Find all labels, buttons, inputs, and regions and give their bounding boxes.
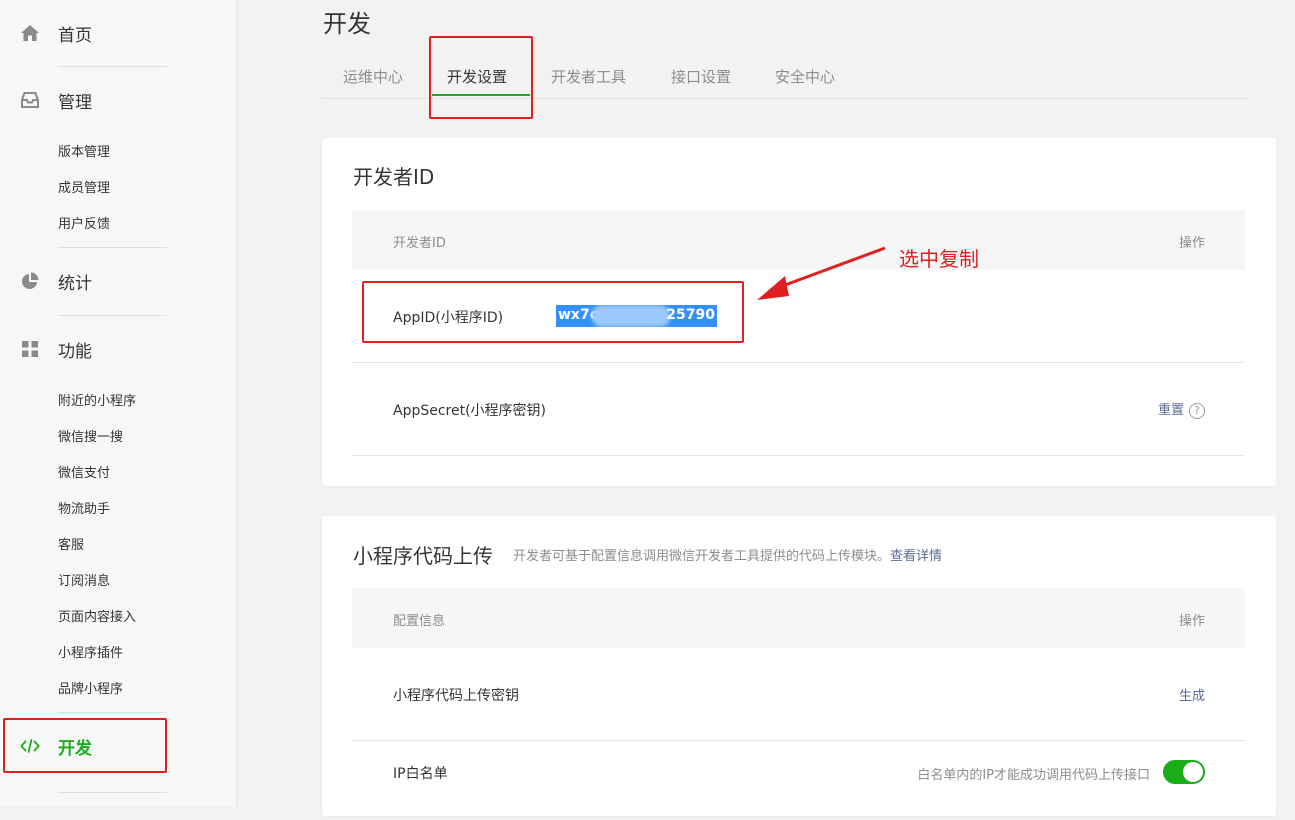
sidebar-item-service[interactable]: 客服 xyxy=(58,534,84,553)
nav-home[interactable]: 首页 xyxy=(0,13,237,53)
tab-dev-tools[interactable]: 开发者工具 xyxy=(551,66,626,87)
nav-stats-label: 统计 xyxy=(58,273,92,294)
sidebar-item-brand[interactable]: 品牌小程序 xyxy=(58,678,123,697)
appid-suffix: 25790 xyxy=(666,307,715,323)
help-icon[interactable]: ? xyxy=(1189,402,1205,419)
developer-id-card: 开发者ID 开发者ID 操作 AppID(小程序ID) wx7c 25790 A… xyxy=(322,138,1276,486)
nav-features-label: 功能 xyxy=(58,341,92,362)
nav-home-label: 首页 xyxy=(58,25,92,46)
nav-dev-label: 开发 xyxy=(58,738,92,759)
nav-stats[interactable]: 统计 xyxy=(0,261,237,301)
annotation-arrow-icon xyxy=(757,246,886,300)
reset-label: 重置 xyxy=(1157,403,1184,418)
view-details-link[interactable]: 查看详情 xyxy=(890,549,942,564)
code-upload-card: 小程序代码上传 开发者可基于配置信息调用微信开发者工具提供的代码上传模块。查看详… xyxy=(322,516,1276,816)
generate-link[interactable]: 生成 xyxy=(1179,685,1205,704)
sidebar-item-plugin[interactable]: 小程序插件 xyxy=(58,642,123,661)
nav-features[interactable]: 功能 xyxy=(0,329,237,369)
col-header-name: 配置信息 xyxy=(393,614,446,629)
appid-value[interactable]: wx7c 25790 xyxy=(556,305,717,327)
home-icon xyxy=(20,23,40,43)
inbox-icon xyxy=(20,90,40,110)
tab-ops-center[interactable]: 运维中心 xyxy=(343,66,403,87)
divider xyxy=(58,792,167,793)
table-header: 配置信息 操作 xyxy=(352,588,1245,648)
card-desc-text: 开发者可基于配置信息调用微信开发者工具提供的代码上传模块。 xyxy=(513,549,891,564)
sidebar-item-nearby[interactable]: 附近的小程序 xyxy=(58,390,136,409)
active-tab-indicator xyxy=(432,94,530,96)
col-header-op: 操作 xyxy=(1178,614,1205,629)
nav-dev[interactable]: 开发 xyxy=(0,726,237,766)
upload-key-label: 小程序代码上传密钥 xyxy=(393,688,519,704)
divider xyxy=(58,247,167,248)
ip-whitelist-label: IP白名单 xyxy=(393,766,448,782)
divider xyxy=(58,712,167,713)
nav-manage-label: 管理 xyxy=(58,92,92,113)
card-title: 小程序代码上传 xyxy=(353,544,493,568)
sidebar-item-feedback[interactable]: 用户反馈 xyxy=(58,213,110,232)
reset-link[interactable]: 重置? xyxy=(1158,399,1205,419)
table-row-upload-key: 小程序代码上传密钥 生成 xyxy=(352,648,1245,741)
col-header-op: 操作 xyxy=(1178,236,1205,251)
sidebar-item-pay[interactable]: 微信支付 xyxy=(58,462,110,481)
pie-chart-icon xyxy=(20,271,40,291)
page-title: 开发 xyxy=(323,10,371,38)
ip-whitelist-toggle[interactable] xyxy=(1163,760,1205,784)
tab-bar: 运维中心 开发设置 开发者工具 接口设置 安全中心 xyxy=(322,56,1248,99)
annotation-text: 选中复制 xyxy=(899,247,979,271)
card-description: 开发者可基于配置信息调用微信开发者工具提供的代码上传模块。查看详情 xyxy=(513,545,942,564)
divider xyxy=(58,315,167,316)
appsecret-label: AppSecret(小程序密钥) xyxy=(393,403,547,419)
ip-whitelist-desc: 白名单内的IP才能成功调用代码上传接口 xyxy=(917,768,1150,783)
tab-api-settings[interactable]: 接口设置 xyxy=(671,66,731,87)
sidebar-item-logistics[interactable]: 物流助手 xyxy=(58,498,110,517)
table-row-ip-whitelist: IP白名单 白名单内的IP才能成功调用代码上传接口 xyxy=(352,740,1245,820)
nav-manage[interactable]: 管理 xyxy=(0,80,237,120)
col-header-name: 开发者ID xyxy=(393,236,446,251)
sidebar-item-members[interactable]: 成员管理 xyxy=(58,177,110,196)
card-title: 开发者ID xyxy=(353,165,435,189)
code-icon xyxy=(20,736,40,756)
tab-security-center[interactable]: 安全中心 xyxy=(775,66,835,87)
appid-label: AppID(小程序ID) xyxy=(393,310,504,326)
sidebar-item-subscribe[interactable]: 订阅消息 xyxy=(58,570,110,589)
grid-icon xyxy=(20,339,40,359)
sidebar-item-version[interactable]: 版本管理 xyxy=(58,141,110,160)
tab-dev-settings[interactable]: 开发设置 xyxy=(447,66,507,87)
sidebar: 首页 管理 版本管理 成员管理 用户反馈 统计 功能 附近的小程序 微信搜一搜 … xyxy=(0,0,237,806)
appid-redaction xyxy=(592,305,670,327)
sidebar-item-search[interactable]: 微信搜一搜 xyxy=(58,426,123,445)
sidebar-item-content[interactable]: 页面内容接入 xyxy=(58,606,136,625)
divider xyxy=(58,66,167,67)
table-row-appsecret: AppSecret(小程序密钥) 重置? xyxy=(352,362,1245,456)
